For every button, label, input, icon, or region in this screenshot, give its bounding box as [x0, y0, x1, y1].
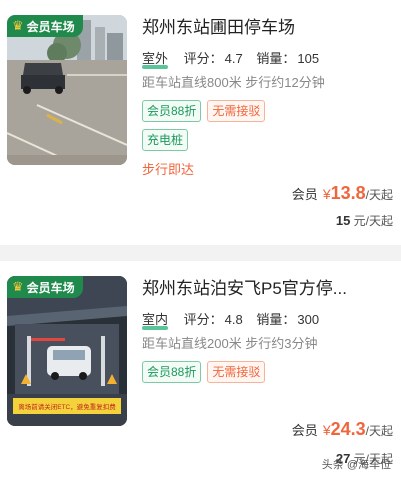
member-lot-badge: ♛ 会员车场: [7, 276, 83, 298]
original-price: 15 元/天起: [336, 212, 393, 229]
rating-label: 评分：: [183, 312, 223, 327]
sales-value: 300: [297, 312, 320, 327]
distance-text: 距车站直线800米 步行约12分钟: [142, 75, 325, 90]
tag-list: 会员88折 无需接驳: [142, 361, 393, 383]
member-price: 会员 ¥13.8/天起: [292, 183, 393, 204]
original-price-unit: 元/天起: [353, 214, 393, 228]
place-type: 室内: [142, 312, 169, 330]
tag-list-2: 充电桩: [142, 129, 393, 151]
sales-label: 销量：: [256, 51, 296, 66]
rating-label: 评分：: [183, 51, 223, 66]
currency-symbol: ¥: [322, 422, 331, 438]
rating-value: 4.7: [224, 51, 243, 66]
rating-value: 4.8: [224, 312, 243, 327]
tag-list: 会员88折 无需接驳: [142, 100, 393, 122]
no-shuttle-tag: 无需接驳: [207, 361, 266, 383]
no-shuttle-tag: 无需接驳: [207, 100, 266, 122]
currency-symbol: ¥: [322, 186, 331, 202]
lot-meta: 室外 评分： 4.7 销量： 105: [142, 50, 393, 69]
sales-label: 销量：: [256, 312, 296, 327]
discount-tag: 会员88折: [142, 361, 202, 383]
lot-title[interactable]: 郑州东站泊安飞P5官方停...: [142, 276, 393, 302]
badge-label: 会员车场: [26, 19, 75, 34]
walk-note: 步行即达: [142, 162, 195, 177]
price-unit: /天起: [365, 188, 393, 202]
crown-icon: ♛: [12, 279, 24, 294]
member-label: 会员: [291, 423, 318, 438]
member-label: 会员: [291, 187, 318, 202]
place-type: 室外: [142, 51, 169, 69]
lot-photo: 离场前请关闭ETC，避免重复扣费 ♛ 会员车场: [7, 276, 127, 426]
member-price: 会员 ¥24.3/天起: [292, 419, 393, 440]
original-price-value: 15: [335, 213, 351, 228]
sales-value: 105: [297, 51, 320, 66]
member-price-value: 24.3: [330, 419, 366, 439]
watermark: 头条 @海车位: [321, 459, 391, 471]
card-separator: [0, 245, 401, 261]
distance-text: 距车站直线200米 步行约3分钟: [142, 336, 318, 351]
lot-photo: ♛ 会员车场: [7, 15, 127, 165]
parking-lot-card[interactable]: ♛ 会员车场 郑州东站圃田停车场 室外 评分： 4.7 销量： 105 距车站直线8…: [0, 0, 401, 245]
lot-title[interactable]: 郑州东站圃田停车场: [142, 15, 393, 41]
member-price-value: 13.8: [330, 183, 366, 203]
lot-meta: 室内 评分： 4.8 销量： 300: [142, 311, 393, 330]
price-unit: /天起: [365, 424, 393, 438]
member-lot-badge: ♛ 会员车场: [7, 15, 83, 37]
crown-icon: ♛: [12, 18, 24, 33]
photo-banner-text: 离场前请关闭ETC，避免重复扣费: [18, 402, 116, 411]
charging-tag: 充电桩: [142, 129, 189, 151]
badge-label: 会员车场: [26, 280, 75, 295]
discount-tag: 会员88折: [142, 100, 202, 122]
parking-lot-card[interactable]: 离场前请关闭ETC，避免重复扣费 ♛ 会员车场 郑州东站泊安飞P5官方停... …: [0, 261, 401, 480]
